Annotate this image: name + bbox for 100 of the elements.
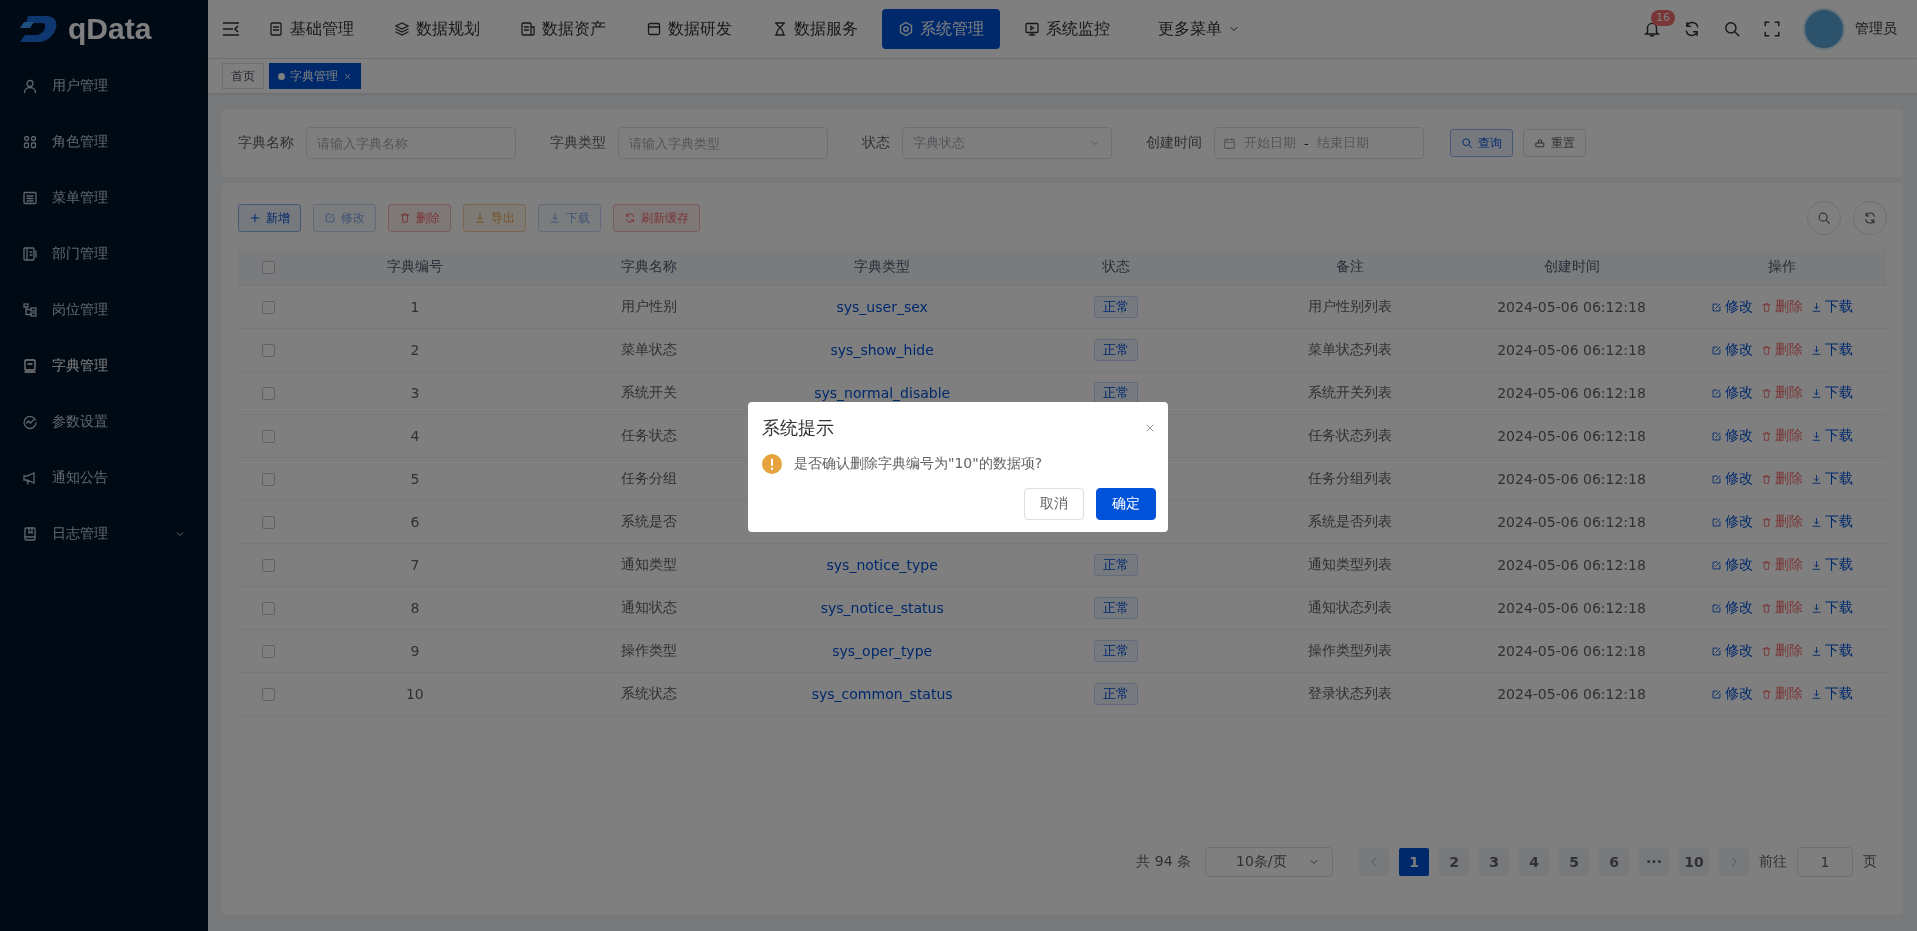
nav-tab[interactable]: 系统监控 <box>1008 9 1126 49</box>
row-action-link[interactable]: 下载 <box>1810 341 1853 359</box>
checkbox[interactable] <box>261 644 275 658</box>
row-action-link[interactable]: 下载 <box>1810 384 1853 402</box>
row-action-link[interactable]: 修改 <box>1710 642 1753 660</box>
row-action-link[interactable]: 删除 <box>1760 298 1803 316</box>
nav-tab[interactable]: 数据规划 <box>378 9 496 49</box>
nav-tab[interactable]: 数据研发 <box>630 9 748 49</box>
checkbox[interactable] <box>261 300 275 314</box>
row-action-link[interactable]: 删除 <box>1760 642 1803 660</box>
page-button[interactable]: 1 <box>1399 848 1429 876</box>
row-action-link[interactable]: 修改 <box>1710 470 1753 488</box>
nav-menu[interactable]: 更多菜单 <box>1134 9 1256 49</box>
row-action-link[interactable]: 删除 <box>1760 513 1803 531</box>
toolbar-button[interactable]: 导出 <box>463 204 526 232</box>
sidebar-item[interactable]: 岗位管理 <box>0 282 208 338</box>
row-action-link[interactable]: 修改 <box>1710 341 1753 359</box>
page-button[interactable]: 10 <box>1679 848 1709 876</box>
page-button[interactable]: 6 <box>1599 848 1629 876</box>
checkbox[interactable] <box>261 343 275 357</box>
page-size-select[interactable]: 10条/页 <box>1205 847 1333 877</box>
dict-type-link[interactable]: sys_user_sex <box>836 299 928 315</box>
checkbox[interactable] <box>261 601 275 615</box>
refresh-icon <box>1863 211 1877 225</box>
nav-tab[interactable]: 数据资产 <box>504 9 622 49</box>
reset-button[interactable]: 重置 <box>1523 129 1586 157</box>
cancel-button[interactable]: 取消 <box>1024 488 1084 520</box>
row-action-link[interactable]: 下载 <box>1810 470 1853 488</box>
tree-icon <box>22 302 38 318</box>
dict-type-link[interactable]: sys_oper_type <box>832 643 933 659</box>
dict-type-link[interactable]: sys_common_status <box>811 686 953 702</box>
row-action-link[interactable]: 修改 <box>1710 298 1753 316</box>
dict-type-link[interactable]: sys_show_hide <box>830 342 934 358</box>
sidebar-item[interactable]: 日志管理 <box>0 506 208 562</box>
row-action-link[interactable]: 下载 <box>1810 513 1853 531</box>
row-action-link[interactable]: 删除 <box>1760 427 1803 445</box>
page-tab[interactable]: 首页 <box>222 63 264 89</box>
row-action-link[interactable]: 下载 <box>1810 427 1853 445</box>
toolbar-button[interactable]: 新增 <box>238 204 301 232</box>
checkbox[interactable] <box>261 558 275 572</box>
page-button[interactable]: 4 <box>1519 848 1549 876</box>
row-action-link[interactable]: 删除 <box>1760 556 1803 574</box>
row-action-link[interactable]: 下载 <box>1810 642 1853 660</box>
sidebar-item[interactable]: 菜单管理 <box>0 170 208 226</box>
row-action-link[interactable]: 删除 <box>1760 470 1803 488</box>
row-action-link[interactable]: 修改 <box>1710 556 1753 574</box>
row-action-link[interactable]: 删除 <box>1760 599 1803 617</box>
table-cell: 6 <box>410 514 420 530</box>
row-action-link[interactable]: 下载 <box>1810 599 1853 617</box>
checkbox[interactable] <box>261 515 275 529</box>
checkbox[interactable] <box>261 260 275 274</box>
refresh-button[interactable] <box>1853 201 1887 235</box>
row-action-link[interactable]: 删除 <box>1760 685 1803 703</box>
close-button[interactable] <box>1144 422 1156 434</box>
sidebar-item[interactable]: 角色管理 <box>0 114 208 170</box>
toolbar-button[interactable]: 删除 <box>388 204 451 232</box>
nav-tab[interactable]: 基础管理 <box>252 9 370 49</box>
prev-page-button[interactable] <box>1359 848 1389 876</box>
notebook-icon <box>22 526 38 542</box>
table-cell: 菜单状态 <box>620 341 677 359</box>
sidebar-item[interactable]: 部门管理 <box>0 226 208 282</box>
row-action-link[interactable]: 删除 <box>1760 341 1803 359</box>
row-action-link[interactable]: 修改 <box>1710 513 1753 531</box>
sidebar-item[interactable]: 字典管理 <box>0 338 208 394</box>
user-name[interactable]: 管理员 <box>1855 20 1897 38</box>
search-button[interactable]: 查询 <box>1450 129 1513 157</box>
checkbox[interactable] <box>261 386 275 400</box>
row-action-link[interactable]: 修改 <box>1710 685 1753 703</box>
page-tab[interactable]: 字典管理 <box>269 63 361 89</box>
close-icon[interactable] <box>343 71 352 81</box>
next-page-button[interactable] <box>1719 848 1749 876</box>
nav-tab[interactable]: 系统管理 <box>882 9 1000 49</box>
row-action-link[interactable]: 修改 <box>1710 599 1753 617</box>
row-action-link[interactable]: 修改 <box>1710 384 1753 402</box>
sidebar-item[interactable]: 用户管理 <box>0 58 208 114</box>
toolbar-button[interactable]: 刷新缓存 <box>613 204 700 232</box>
sidebar-item[interactable]: 参数设置 <box>0 394 208 450</box>
dict-type-link[interactable]: sys_notice_type <box>826 557 938 573</box>
row-action-link[interactable]: 下载 <box>1810 298 1853 316</box>
page-input[interactable]: 1 <box>1797 847 1853 877</box>
nav-tab[interactable]: 数据服务 <box>756 9 874 49</box>
row-action-link[interactable]: 修改 <box>1710 427 1753 445</box>
menu-icon[interactable] <box>222 21 240 37</box>
dict-type-link[interactable]: sys_notice_status <box>820 600 944 616</box>
confirm-button[interactable]: 确定 <box>1096 488 1156 520</box>
row-action-link[interactable]: 删除 <box>1760 384 1803 402</box>
row-action-link[interactable]: 下载 <box>1810 685 1853 703</box>
sidebar-item[interactable]: 通知公告 <box>0 450 208 506</box>
search-toggle[interactable] <box>1807 201 1841 235</box>
page-button[interactable]: ··· <box>1639 848 1669 876</box>
row-action-link[interactable]: 下载 <box>1810 556 1853 574</box>
checkbox[interactable] <box>261 687 275 701</box>
checkbox[interactable] <box>261 429 275 443</box>
checkbox[interactable] <box>261 472 275 486</box>
page-button[interactable]: 3 <box>1479 848 1509 876</box>
page-button[interactable]: 2 <box>1439 848 1469 876</box>
page-button[interactable]: 5 <box>1559 848 1589 876</box>
download-icon <box>474 212 486 224</box>
dict-type-link[interactable]: sys_normal_disable <box>814 385 951 401</box>
avatar[interactable] <box>1803 8 1845 50</box>
